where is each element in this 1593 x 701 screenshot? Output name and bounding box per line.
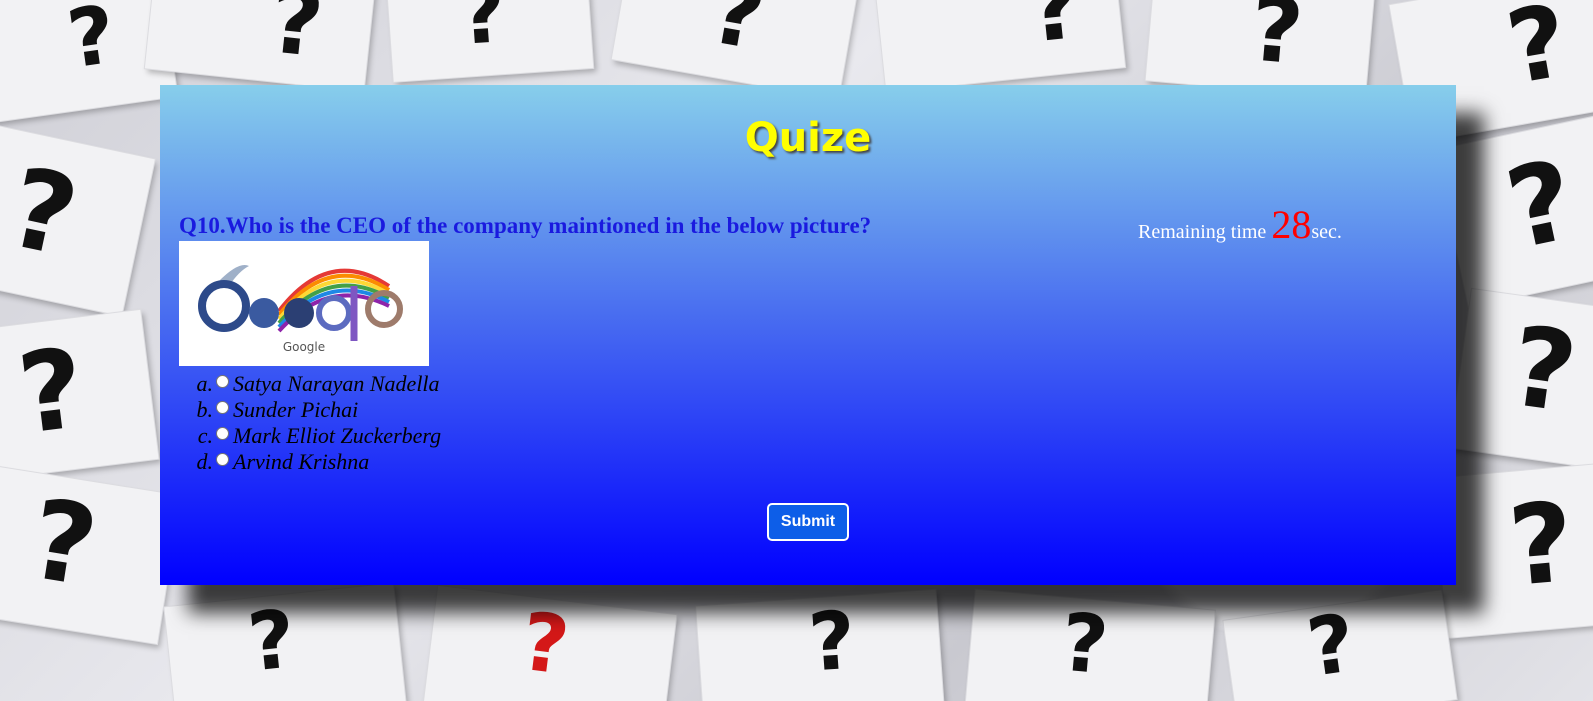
option-letter: c. xyxy=(197,423,213,448)
question-mark-icon: ? xyxy=(516,594,574,693)
answer-options: a. Satya Narayan Nadella b. Sunder Picha… xyxy=(193,371,442,475)
paper-note: ? xyxy=(144,0,376,92)
option-c-radio[interactable] xyxy=(216,426,229,440)
question-mark-icon: ? xyxy=(1498,0,1577,108)
paper-note: ? xyxy=(423,585,677,701)
question-mark-icon: ? xyxy=(265,0,328,79)
option-label[interactable]: Satya Narayan Nadella xyxy=(233,371,440,397)
question-text: Q10.Who is the CEO of the company mainti… xyxy=(179,213,872,238)
question-mark-icon: ? xyxy=(1301,596,1361,695)
option-letter: b. xyxy=(196,397,214,422)
question-mark-icon: ? xyxy=(11,323,91,459)
option-label[interactable]: Mark Elliot Zuckerberg xyxy=(233,423,441,449)
paper-note: ? xyxy=(0,309,159,481)
question-picture: Google xyxy=(179,241,429,366)
paper-note: ? xyxy=(1223,590,1457,701)
question-mark-icon: ? xyxy=(1245,0,1308,86)
quiz-panel: Quize Q10.Who is the CEO of the company … xyxy=(160,85,1456,585)
question-mark-icon: ? xyxy=(243,592,300,690)
logo-caption: Google xyxy=(283,340,325,354)
option-b[interactable]: b. Sunder Pichai xyxy=(193,397,441,423)
option-a[interactable]: a. Satya Narayan Nadella xyxy=(193,371,441,397)
question-mark-icon: ? xyxy=(1057,595,1112,693)
google-doodle-logo-icon: Google xyxy=(179,241,429,366)
paper-note: ? xyxy=(386,0,594,82)
paper-note: ? xyxy=(0,466,181,644)
question-mark-icon: ? xyxy=(702,0,773,72)
question-mark-icon: ? xyxy=(1023,0,1087,64)
paper-note: ? xyxy=(164,583,406,701)
option-a-radio[interactable] xyxy=(216,374,229,388)
question-mark-icon: ? xyxy=(0,143,88,282)
quiz-title: Quize xyxy=(744,115,872,161)
paper-note: ? xyxy=(1449,288,1593,472)
option-c[interactable]: c. Mark Elliot Zuckerberg xyxy=(193,423,441,449)
question-mark-icon: ? xyxy=(805,593,859,690)
option-label[interactable]: Arvind Krishna xyxy=(233,449,369,475)
paper-note: ? xyxy=(965,589,1215,701)
option-d-radio[interactable] xyxy=(216,452,229,466)
paper-note: ? xyxy=(1433,462,1593,638)
paper-note: ? xyxy=(696,589,944,701)
question-mark-icon: ? xyxy=(1504,477,1579,611)
paper-note: ? xyxy=(1435,113,1593,307)
question-mark-icon: ? xyxy=(22,474,106,612)
timer-suffix: sec. xyxy=(1311,221,1342,243)
timer-count: 28 xyxy=(1271,202,1312,247)
option-d[interactable]: d. Arvind Krishna xyxy=(193,449,441,475)
question-mark-icon: ? xyxy=(1496,135,1586,274)
remaining-time: Remaining time 28sec. xyxy=(1138,201,1342,248)
submit-button[interactable]: Submit xyxy=(767,503,849,541)
question-mark-icon: ? xyxy=(62,0,122,87)
question-mark-icon: ? xyxy=(456,0,509,64)
timer-prefix: Remaining time xyxy=(1138,221,1272,243)
paper-note: ? xyxy=(0,124,155,316)
option-label[interactable]: Sunder Pichai xyxy=(233,397,358,423)
option-b-radio[interactable] xyxy=(216,400,229,414)
option-letter: a. xyxy=(196,371,214,396)
option-letter: d. xyxy=(196,449,214,474)
paper-note: ? xyxy=(874,0,1126,93)
question-mark-icon: ? xyxy=(1502,301,1584,438)
